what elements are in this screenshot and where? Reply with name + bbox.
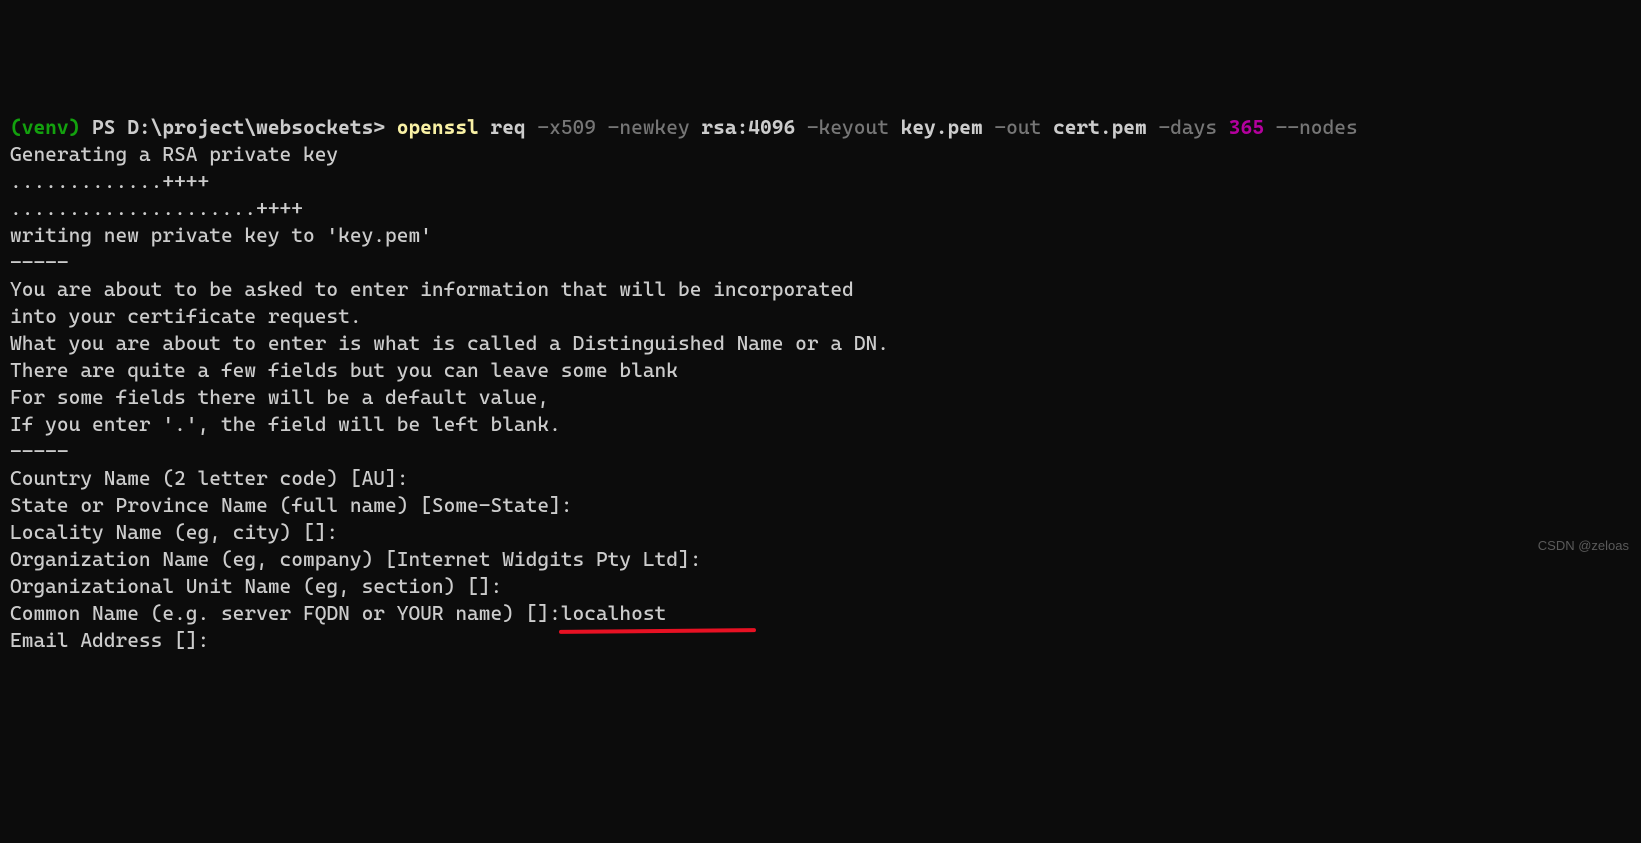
flag-keyout: -keyout xyxy=(807,115,901,139)
output-line: writing new private key to 'key.pem' xyxy=(10,223,432,247)
output-line: ----- xyxy=(10,439,69,463)
val-keypem: key.pem xyxy=(901,115,995,139)
prompt-email: Email Address []: xyxy=(10,628,209,652)
prompt-line: (venv) PS D:\project\websockets> openssl… xyxy=(10,115,1358,139)
space xyxy=(479,115,491,139)
flag-newkey: -newkey xyxy=(608,115,702,139)
output-line: If you enter '.', the field will be left… xyxy=(10,412,561,436)
output-line: There are quite a few fields but you can… xyxy=(10,358,678,382)
prompt-state: State or Province Name (full name) [Some… xyxy=(10,493,573,517)
val-rsa: rsa:4096 xyxy=(701,115,806,139)
output-line: into your certificate request. xyxy=(10,304,362,328)
output-line: You are about to be asked to enter infor… xyxy=(10,277,854,301)
subcommand-req: req xyxy=(490,115,537,139)
output-line: ----- xyxy=(10,250,69,274)
prompt-ou: Organizational Unit Name (eg, section) [… xyxy=(10,574,502,598)
val-certpem: cert.pem xyxy=(1053,115,1158,139)
output-line: Generating a RSA private key xyxy=(10,142,338,166)
cn-input-value: localhost xyxy=(561,600,666,627)
val-days: 365 xyxy=(1229,115,1276,139)
flag-x509: -x509 xyxy=(537,115,607,139)
flag-out: -out xyxy=(994,115,1053,139)
prompt-country: Country Name (2 letter code) [AU]: xyxy=(10,466,408,490)
output-line: .............++++ xyxy=(10,169,209,193)
flag-days: -days xyxy=(1158,115,1228,139)
command-name: openssl xyxy=(397,115,479,139)
prompt-locality: Locality Name (eg, city) []: xyxy=(10,520,338,544)
prompt-org: Organization Name (eg, company) [Interne… xyxy=(10,547,701,571)
ps-path: PS D:\project\websockets> xyxy=(80,115,396,139)
venv-indicator: (venv) xyxy=(10,115,80,139)
output-line: For some fields there will be a default … xyxy=(10,385,549,409)
output-line: What you are about to enter is what is c… xyxy=(10,331,889,355)
prompt-cn: Common Name (e.g. server FQDN or YOUR na… xyxy=(10,601,561,625)
output-line: .....................++++ xyxy=(10,196,303,220)
watermark: CSDN @zeloas xyxy=(1538,537,1629,555)
terminal-area[interactable]: (venv) PS D:\project\websockets> openssl… xyxy=(10,114,1631,654)
flag-nodes: --nodes xyxy=(1276,115,1358,139)
